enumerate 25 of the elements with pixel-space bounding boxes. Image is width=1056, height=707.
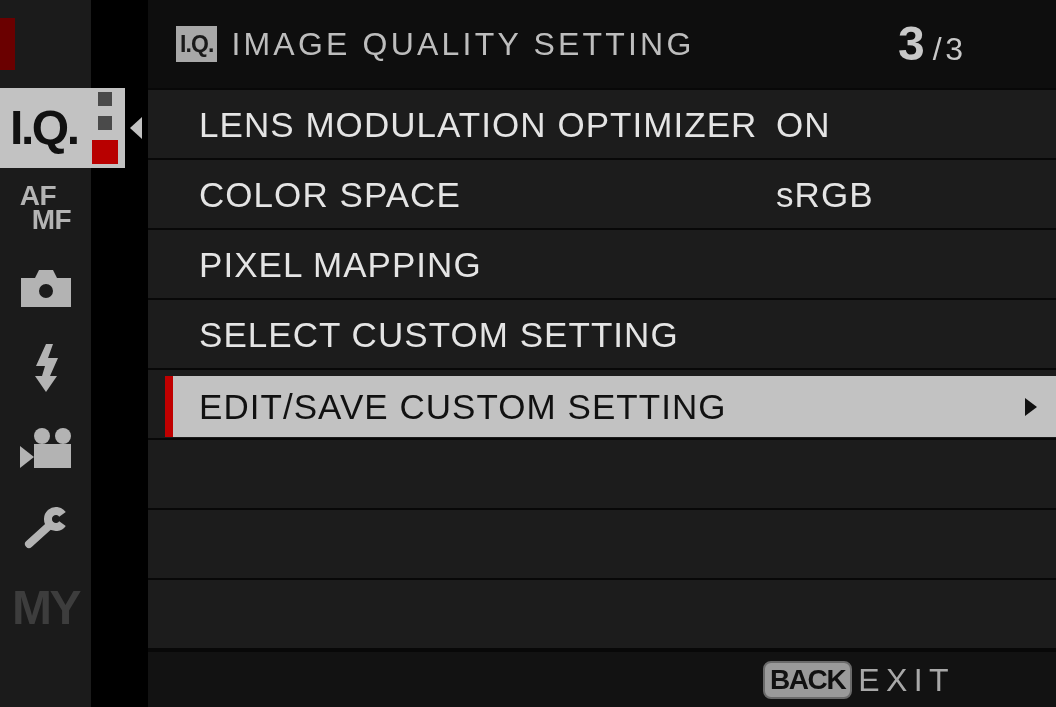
- sidebar-tab[interactable]: AF MF: [0, 168, 91, 248]
- row-value: sRGB: [776, 176, 874, 212]
- marker-icon: [0, 18, 15, 70]
- back-key: BACK: [762, 660, 853, 699]
- row-label: LENS MODULATION OPTIMIZER: [199, 106, 759, 142]
- exit-label: EXIT: [858, 663, 955, 696]
- row-label: COLOR SPACE: [199, 176, 462, 212]
- row-value: ON: [776, 106, 831, 142]
- camera-icon: [20, 269, 71, 307]
- row-label: SELECT CUSTOM SETTING: [199, 316, 680, 352]
- menu-row[interactable]: EDIT/SAVE CUSTOM SETTING: [165, 376, 1056, 437]
- menu-row[interactable]: SELECT CUSTOM SETTING: [148, 300, 1056, 368]
- movie-camera-icon: [19, 428, 72, 468]
- pointer-icon: [130, 117, 142, 139]
- lightning-icon: [32, 344, 59, 392]
- menu-row[interactable]: PIXEL MAPPING: [148, 230, 1056, 298]
- sidebar-tab[interactable]: I.Q.: [0, 88, 125, 168]
- category-badge: I.Q.: [176, 26, 218, 62]
- page-total: /3: [932, 33, 967, 65]
- page-current: 3: [897, 20, 925, 68]
- menu-title: IMAGE QUALITY SETTING: [231, 28, 695, 60]
- row-label: EDIT/SAVE CUSTOM SETTING: [199, 389, 728, 424]
- row-label: PIXEL MAPPING: [199, 246, 483, 282]
- menu-row[interactable]: COLOR SPACE sRGB: [148, 160, 1056, 228]
- menu-row[interactable]: LENS MODULATION OPTIMIZER ON: [148, 90, 1056, 158]
